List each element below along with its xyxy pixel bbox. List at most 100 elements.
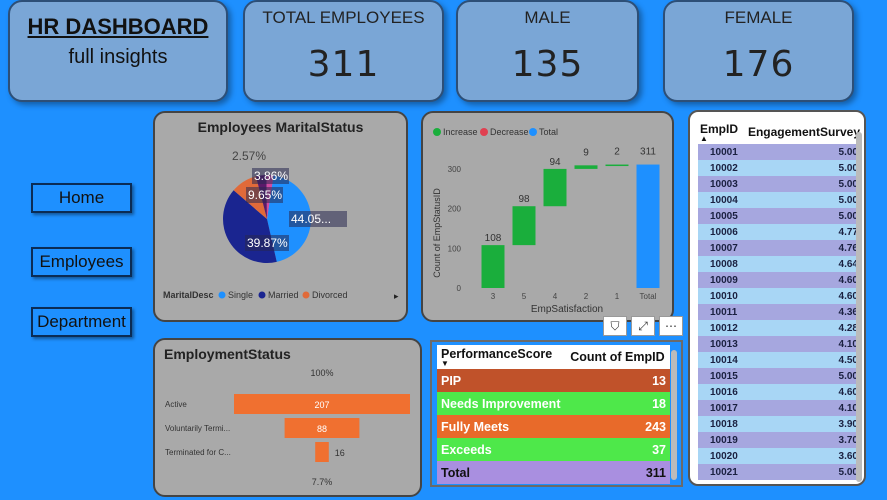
waterfall-bar-2[interactable] — [574, 165, 598, 169]
emp-id-cell: 10007 — [698, 240, 742, 256]
perf-total-row[interactable]: Total 311 — [437, 461, 670, 484]
funnel-value-label: 16 — [335, 448, 345, 458]
perf-count-cell: 18 — [652, 396, 666, 411]
legend-decrease-marker — [480, 128, 488, 136]
table-row[interactable]: 10009 4.60 — [698, 272, 862, 288]
nav-department-button[interactable]: Department — [31, 307, 132, 337]
sort-up-icon: ▲ — [700, 134, 708, 143]
table-row[interactable]: 10001 5.00 — [698, 144, 862, 160]
table-row[interactable]: 10017 4.10 — [698, 400, 862, 416]
legend-increase: Increase — [443, 127, 478, 137]
table-row[interactable]: Exceeds 37 — [437, 438, 670, 461]
pie-label-separated: 3.86% — [254, 169, 288, 183]
kpi-value: 135 — [511, 44, 584, 85]
table-row[interactable]: 10005 5.00 — [698, 208, 862, 224]
x-tick-label: 5 — [522, 292, 527, 301]
perf-score-cell: Total — [441, 465, 470, 480]
engagement-table: EmpID ▲ EngagementSurvey 10001 5.00 10002 5.… — [698, 120, 862, 480]
table-row[interactable]: Fully Meets 243 — [437, 415, 670, 438]
legend-next-arrow[interactable]: ▸ — [394, 291, 399, 301]
funnel-top-pct: 100% — [310, 368, 333, 378]
emp-col-survey-header[interactable]: EngagementSurvey — [742, 120, 862, 144]
engagement-score-cell: 5.00 — [741, 160, 862, 176]
funnel-category-label: Active — [165, 400, 187, 409]
table-row[interactable]: 10008 4.64 — [698, 256, 862, 272]
waterfall-value-label: 9 — [583, 147, 589, 158]
table-row[interactable]: 10010 4.60 — [698, 288, 862, 304]
focus-mode-icon[interactable]: ⤢ — [631, 316, 655, 336]
dashboard-title: HR DASHBOARD — [27, 14, 209, 39]
table-row[interactable]: 10006 4.77 — [698, 224, 862, 240]
perf-count-cell: 311 — [645, 465, 666, 480]
y-tick-label: 100 — [448, 244, 462, 253]
performance-table: PerformanceScore ▼ Count of EmpID PIP 13 Ne… — [437, 345, 670, 484]
funnel-bar[interactable] — [315, 442, 329, 462]
waterfall-value-label: 311 — [640, 147, 656, 158]
kpi-total-employees: TOTAL EMPLOYEES 311 — [243, 0, 444, 102]
waterfall-bar-1[interactable] — [605, 164, 629, 167]
table-row[interactable]: 10015 5.00 — [698, 368, 862, 384]
table-row[interactable]: 10020 3.60 — [698, 448, 862, 464]
engagement-score-cell: 3.60 — [741, 448, 862, 464]
dashboard-title-card: HR DASHBOARD full insights — [8, 0, 228, 102]
emp-id-cell: 10019 — [698, 432, 742, 448]
table-row[interactable]: 10003 5.00 — [698, 176, 862, 192]
table-row[interactable]: PIP 13 — [437, 369, 670, 392]
table-row[interactable]: 10011 4.36 — [698, 304, 862, 320]
kpi-female: FEMALE 176 — [663, 0, 854, 102]
engagement-score-cell: 4.76 — [741, 240, 862, 256]
engagement-score-cell: 4.10 — [741, 336, 862, 352]
waterfall-value-label: 94 — [549, 157, 561, 168]
engagement-score-cell: 4.60 — [741, 272, 862, 288]
table-row[interactable]: 10019 3.70 — [698, 432, 862, 448]
marital-status-panel: Employees MaritalStatus 44.05... 39.87% 9.… — [153, 111, 408, 322]
emp-id-cell: 10001 — [698, 144, 742, 160]
sort-down-icon: ▼ — [441, 359, 449, 368]
table-row[interactable]: 10013 4.10 — [698, 336, 862, 352]
waterfall-bar-3[interactable] — [481, 245, 505, 288]
waterfall-xlabel: EmpSatisfaction — [531, 304, 603, 315]
nav-employees-button[interactable]: Employees — [31, 247, 132, 277]
kpi-label: TOTAL EMPLOYEES — [262, 8, 425, 27]
more-options-icon[interactable]: ⋯ — [659, 316, 683, 336]
x-tick-label: 1 — [615, 292, 620, 301]
table-row[interactable]: 10014 4.50 — [698, 352, 862, 368]
table-row[interactable]: 10021 5.00 — [698, 464, 862, 480]
table-row[interactable]: Needs Improvement 18 — [437, 392, 670, 415]
marital-pie-chart: 44.05...39.87% 9.65% 3.86% 2.57% MaritalDes… — [163, 149, 399, 301]
kpi-value: 176 — [722, 44, 795, 85]
legend-total: Total — [539, 127, 558, 137]
perf-count-cell: 13 — [652, 373, 666, 388]
employment-funnel-chart: 100% 7.7% Active 207 Voluntarily Termi... 8… — [165, 368, 410, 487]
legend-single: Single — [228, 290, 253, 300]
nav-home-button[interactable]: Home — [31, 183, 132, 213]
pie-label-widowed: 2.57% — [232, 149, 266, 163]
legend-married: Married — [268, 290, 299, 300]
perf-count-cell: 243 — [645, 419, 666, 434]
table-row[interactable]: 10002 5.00 — [698, 160, 862, 176]
emp-id-cell: 10015 — [698, 368, 742, 384]
perf-score-cell: PIP — [441, 373, 462, 388]
waterfall-bar-total[interactable] — [636, 164, 660, 288]
table-row[interactable]: 10012 4.28 — [698, 320, 862, 336]
emp-id-cell: 10012 — [698, 320, 742, 336]
perf-scrollbar[interactable] — [671, 350, 677, 480]
legend-increase-marker — [433, 128, 441, 136]
perf-col-score-label: PerformanceScore — [441, 347, 553, 361]
engagement-score-cell: 4.36 — [741, 304, 862, 320]
perf-col-count-header[interactable]: Count of EmpID — [566, 345, 670, 369]
table-row[interactable]: 10018 3.90 — [698, 416, 862, 432]
perf-col-score-header[interactable]: PerformanceScore ▼ — [437, 345, 567, 369]
emp-col-id-header[interactable]: EmpID ▲ — [698, 120, 742, 144]
table-row[interactable]: 10007 4.76 — [698, 240, 862, 256]
table-row[interactable]: 10016 4.60 — [698, 384, 862, 400]
waterfall-bar-5[interactable] — [512, 206, 536, 246]
engagement-score-cell: 4.50 — [741, 352, 862, 368]
table-row[interactable]: 10004 5.00 — [698, 192, 862, 208]
engagement-scrollbar[interactable] — [856, 132, 862, 482]
emp-id-cell: 10021 — [698, 464, 742, 480]
waterfall-bar-4[interactable] — [543, 168, 567, 207]
emp-id-cell: 10002 — [698, 160, 742, 176]
perf-count-cell: 37 — [652, 442, 666, 457]
filter-icon[interactable]: ⛉ — [603, 316, 627, 336]
